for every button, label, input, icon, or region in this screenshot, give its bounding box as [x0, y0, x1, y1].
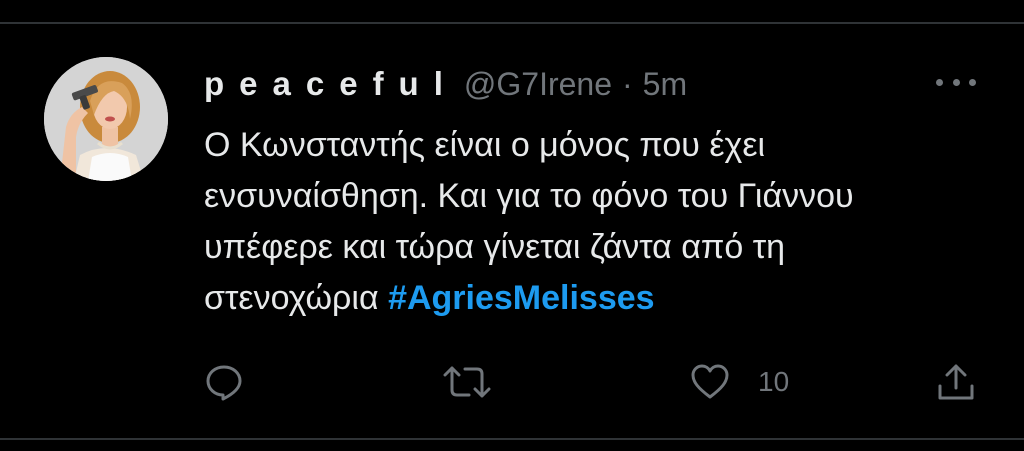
tweet-page: peaceful @G7Irene · 5m Ο Κωνσταντής είνα… — [0, 0, 1024, 451]
profile-photo-icon — [44, 57, 168, 181]
more-dot — [952, 78, 960, 86]
hashtag-link[interactable]: #AgriesMelisses — [388, 279, 655, 317]
reply-icon — [206, 365, 242, 401]
tweet-text-line-last: στενοχώρια #AgriesMelisses — [204, 273, 994, 324]
tweet-text-line: ενσυναίσθηση. Και για το φόνο του Γιάννο… — [204, 177, 854, 215]
tweet-header: peaceful @G7Irene · 5m — [204, 62, 687, 106]
more-options-icon[interactable] — [936, 66, 976, 98]
avatar[interactable] — [44, 57, 168, 181]
more-dot — [936, 78, 943, 86]
like-icon — [691, 364, 729, 399]
retweet-button[interactable] — [442, 360, 492, 404]
tweet-text-line: υπέφερε και τώρα γίνεται ζάντα από τη — [204, 228, 786, 266]
more-dot — [969, 78, 976, 86]
tweet-text-line: Ο Κωνσταντής είναι ο μόνος που έχει — [204, 126, 766, 164]
top-divider — [0, 22, 1024, 24]
display-name[interactable]: peaceful — [204, 65, 458, 103]
share-button[interactable] — [936, 360, 976, 404]
like-button[interactable]: 10 — [690, 360, 789, 404]
tweet-text-final-word: στενοχώρια — [204, 279, 379, 317]
share-icon — [938, 364, 974, 400]
tweet-text: Ο Κωνσταντής είναι ο μόνος που έχει ενσυ… — [204, 120, 994, 324]
reply-button[interactable] — [204, 360, 244, 404]
timestamp[interactable]: 5m — [643, 66, 687, 103]
separator-dot: · — [622, 65, 633, 102]
like-count: 10 — [758, 366, 790, 397]
bottom-divider — [0, 438, 1024, 440]
user-handle[interactable]: @G7Irene — [464, 66, 612, 103]
retweet-icon — [443, 366, 491, 398]
